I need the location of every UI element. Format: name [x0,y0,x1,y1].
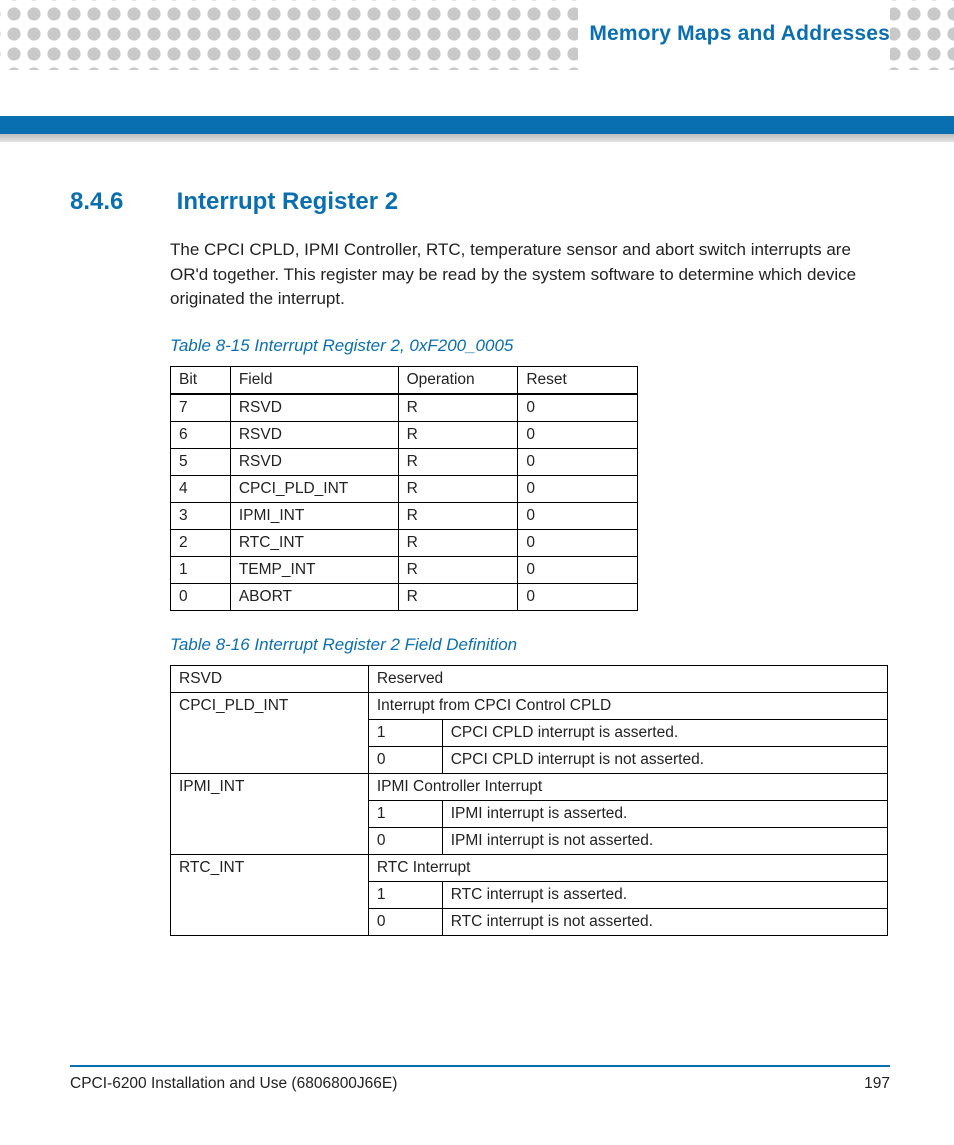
register-table: Bit Field Operation Reset 7RSVDR0 6RSVDR… [170,366,638,611]
table1-caption: Table 8-15 Interrupt Register 2, 0xF200_… [170,336,890,356]
table-header-row: Bit Field Operation Reset [171,366,638,394]
page-footer: CPCI-6200 Installation and Use (6806800J… [70,1065,890,1093]
field-meaning: RTC interrupt is not asserted. [442,908,887,935]
col-bit: Bit [171,366,231,394]
table-row: 5RSVDR0 [171,448,638,475]
field-meaning: CPCI CPLD interrupt is not asserted. [442,746,887,773]
field-name: CPCI_PLD_INT [171,692,369,773]
field-name: IPMI_INT [171,773,369,854]
section-heading: 8.4.6 Interrupt Register 2 [70,188,890,216]
field-value: 0 [368,908,442,935]
field-meaning: IPMI interrupt is not asserted. [442,827,887,854]
field-value: 1 [368,719,442,746]
header-grey-bar [0,134,954,142]
section-title: Interrupt Register 2 [177,188,398,215]
field-meaning: RTC interrupt is asserted. [442,881,887,908]
table-row: 4CPCI_PLD_INTR0 [171,475,638,502]
table-row: 2RTC_INTR0 [171,529,638,556]
table-row: IPMI_INT IPMI Controller Interrupt [171,773,888,800]
table-row: 0ABORTR0 [171,583,638,610]
field-definition-table: RSVD Reserved CPCI_PLD_INT Interrupt fro… [170,665,888,936]
header-blue-bar [0,116,954,134]
col-field: Field [230,366,398,394]
table2-caption: Table 8-16 Interrupt Register 2 Field De… [170,635,890,655]
field-value: 0 [368,746,442,773]
col-reset: Reset [518,366,638,394]
field-meaning: IPMI interrupt is asserted. [442,800,887,827]
field-name: RTC_INT [171,854,369,935]
field-value: 1 [368,881,442,908]
table-row: 1TEMP_INTR0 [171,556,638,583]
footer-doc-id: CPCI-6200 Installation and Use (6806800J… [70,1075,397,1093]
section-paragraph: The CPCI CPLD, IPMI Controller, RTC, tem… [170,238,890,312]
table-row: RTC_INT RTC Interrupt [171,854,888,881]
field-desc: Interrupt from CPCI Control CPLD [368,692,887,719]
field-meaning: CPCI CPLD interrupt is asserted. [442,719,887,746]
table-row: CPCI_PLD_INT Interrupt from CPCI Control… [171,692,888,719]
table-row: 6RSVDR0 [171,421,638,448]
field-value: 0 [368,827,442,854]
table-row: 3IPMI_INTR0 [171,502,638,529]
field-value: 1 [368,800,442,827]
field-desc: IPMI Controller Interrupt [368,773,887,800]
section-number: 8.4.6 [70,188,170,216]
table-row: 7RSVDR0 [171,394,638,422]
running-head: Memory Maps and Addresses [578,22,890,46]
field-desc: RTC Interrupt [368,854,887,881]
col-operation: Operation [398,366,518,394]
footer-page-number: 197 [864,1075,890,1093]
table-row: RSVD Reserved [171,665,888,692]
field-desc: Reserved [368,665,887,692]
field-name: RSVD [171,665,369,692]
